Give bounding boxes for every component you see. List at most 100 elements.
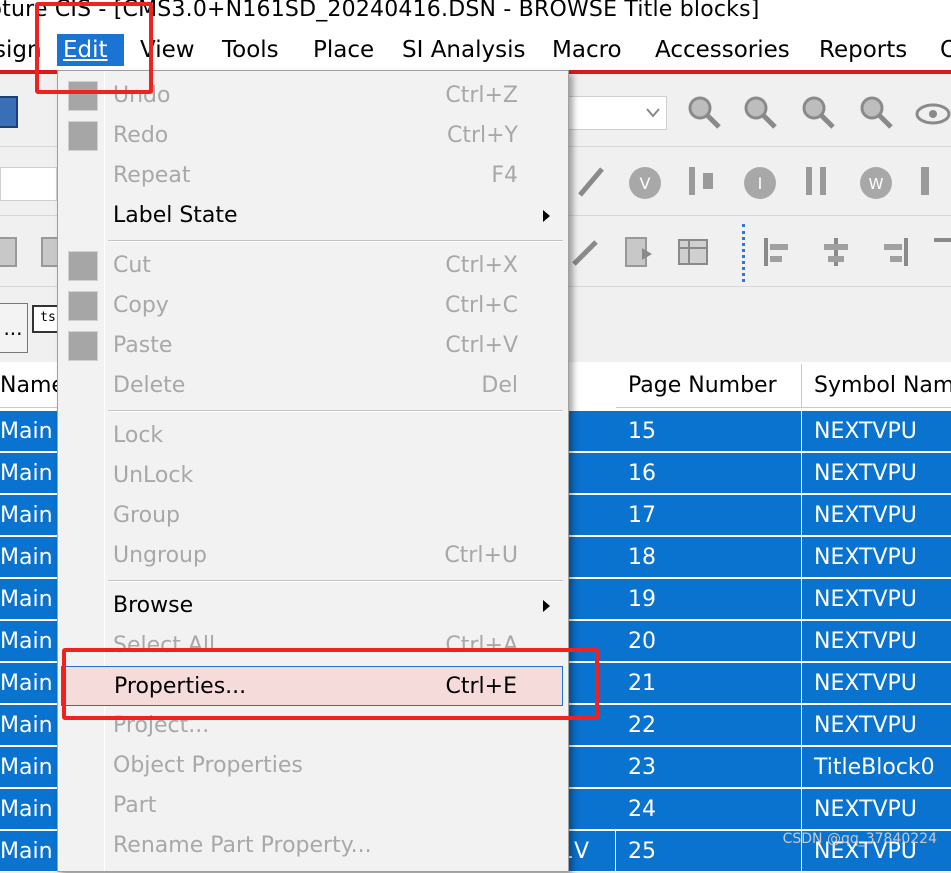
- voltage-diff-icon[interactable]: [683, 163, 719, 199]
- probe-icon[interactable]: [572, 163, 608, 199]
- current-probe-icon[interactable]: I: [742, 165, 778, 201]
- cell-symbol-name[interactable]: NEXTVPU: [802, 705, 951, 746]
- chevron-down-icon: [646, 108, 660, 118]
- cut-icon: [68, 251, 98, 281]
- document-icon[interactable]: [0, 234, 24, 270]
- menu-item-ungroup-shortcut: Ctrl+U: [444, 543, 518, 568]
- menu-tools-label: Tools: [222, 37, 279, 63]
- current-marker-icon[interactable]: [800, 163, 836, 199]
- eye-icon[interactable]: [915, 96, 951, 132]
- menu-si-analysis-label: SI Analysis: [402, 37, 526, 63]
- menu-place[interactable]: Place: [307, 34, 380, 66]
- menu-item-copy[interactable]: Copy Ctrl+C: [58, 286, 568, 326]
- menu-item-object-properties[interactable]: Object Properties: [58, 746, 568, 786]
- power-probe-icon[interactable]: W: [858, 165, 894, 201]
- menu-item-lock-label: Lock: [113, 423, 164, 448]
- tab-overflow-button[interactable]: ...: [0, 303, 28, 353]
- submenu-arrow-icon: [543, 600, 550, 612]
- zoom-select[interactable]: [565, 96, 667, 130]
- menu-item-rename-part-property[interactable]: Rename Part Property...: [58, 826, 568, 866]
- align-top-icon[interactable]: [930, 234, 951, 270]
- zoom-out-icon[interactable]: [742, 94, 778, 130]
- cell-page-number[interactable]: 20: [616, 621, 802, 662]
- menu-tools[interactable]: Tools: [216, 34, 285, 66]
- align-left-icon[interactable]: [760, 234, 796, 270]
- menu-place-label: Place: [313, 37, 375, 63]
- part-select[interactable]: [0, 167, 57, 201]
- menu-item-browse-label: Browse: [113, 593, 194, 618]
- export-icon[interactable]: [620, 234, 656, 270]
- menu-item-label-state[interactable]: Label State: [58, 196, 568, 236]
- menu-reports[interactable]: Reports: [813, 34, 913, 66]
- cell-symbol-name[interactable]: NEXTVPU: [802, 621, 951, 662]
- toolbar-grip[interactable]: [742, 224, 745, 282]
- pencil-icon[interactable]: [566, 234, 602, 270]
- cell-symbol-name[interactable]: NEXTVPU: [802, 537, 951, 578]
- voltage-probe-icon[interactable]: V: [627, 165, 663, 201]
- cell-page-number[interactable]: 18: [616, 537, 802, 578]
- menu-accessories-label: Accessories: [655, 37, 790, 63]
- table-icon[interactable]: [675, 234, 711, 270]
- cell-page-number[interactable]: 24: [616, 789, 802, 830]
- menu-item-delete[interactable]: Delete Del: [58, 366, 568, 406]
- menu-item-group[interactable]: Group: [58, 496, 568, 536]
- cell-page-number[interactable]: 23: [616, 747, 802, 788]
- submenu-arrow-icon: [543, 210, 550, 222]
- cell-symbol-name[interactable]: NEXTVPU: [802, 789, 951, 830]
- menu-item-rename-part-property-label: Rename Part Property...: [113, 833, 372, 858]
- menu-item-cut[interactable]: Cut Ctrl+X: [58, 246, 568, 286]
- cell-page-number[interactable]: 19: [616, 579, 802, 620]
- cell-symbol-name[interactable]: TitleBlock0: [802, 747, 951, 788]
- menu-item-cut-label: Cut: [113, 253, 151, 278]
- menu-item-paste[interactable]: Paste Ctrl+V: [58, 326, 568, 366]
- menu-item-redo-shortcut: Ctrl+Y: [446, 123, 518, 148]
- cell-symbol-name[interactable]: NEXTVPU: [802, 495, 951, 536]
- menu-item-repeat[interactable]: Repeat F4: [58, 156, 568, 196]
- cell-page-number[interactable]: 22: [616, 705, 802, 746]
- align-right-icon[interactable]: [876, 234, 912, 270]
- cell-symbol-name[interactable]: NEXTVPU: [802, 411, 951, 452]
- cell-page-number[interactable]: 15: [616, 411, 802, 452]
- menu-options[interactable]: O: [934, 34, 951, 66]
- menu-macro[interactable]: Macro: [546, 34, 628, 66]
- menu-item-copy-shortcut: Ctrl+C: [445, 293, 518, 318]
- redo-icon: [68, 121, 98, 151]
- cell-page-number[interactable]: 21: [616, 663, 802, 704]
- menu-item-browse[interactable]: Browse: [58, 586, 568, 626]
- menu-item-copy-label: Copy: [113, 293, 169, 318]
- svg-text:I: I: [758, 174, 763, 193]
- menu-item-part-label: Part: [113, 793, 157, 818]
- menu-item-label-state-label: Label State: [113, 203, 238, 228]
- menu-item-undo-shortcut: Ctrl+Z: [445, 83, 518, 108]
- menu-item-ungroup[interactable]: Ungroup Ctrl+U: [58, 536, 568, 576]
- menu-item-lock[interactable]: Lock: [58, 416, 568, 456]
- zoom-area-icon[interactable]: [800, 94, 836, 130]
- menu-item-redo[interactable]: Redo Ctrl+Y: [58, 116, 568, 156]
- menu-item-cut-shortcut: Ctrl+X: [445, 253, 518, 278]
- menu-item-unlock[interactable]: UnLock: [58, 456, 568, 496]
- annotation-box-edit-menu: [35, 2, 153, 94]
- power-marker-icon[interactable]: [915, 163, 951, 199]
- column-header-page-number[interactable]: Page Number: [616, 364, 802, 408]
- cell-symbol-name[interactable]: NEXTVPU: [802, 453, 951, 494]
- menu-accessories[interactable]: Accessories: [649, 34, 796, 66]
- cell-page-number[interactable]: 16: [616, 453, 802, 494]
- zoom-all-icon[interactable]: [858, 94, 894, 130]
- cell-symbol-name[interactable]: NEXTVPU: [802, 663, 951, 704]
- save-icon[interactable]: [0, 96, 18, 128]
- cell-symbol-name[interactable]: NEXTVPU: [802, 579, 951, 620]
- menu-reports-label: Reports: [819, 37, 908, 63]
- zoom-in-icon[interactable]: [686, 94, 722, 130]
- menu-separator: [108, 240, 563, 242]
- edit-menu-dropdown: Undo Ctrl+Z Redo Ctrl+Y Repeat F4 Label …: [57, 70, 569, 872]
- column-header-symbol-name[interactable]: Symbol Name: [802, 364, 951, 408]
- menu-si-analysis[interactable]: SI Analysis: [396, 34, 531, 66]
- cell-page-number[interactable]: 25: [616, 831, 802, 872]
- cell-page-number[interactable]: 17: [616, 495, 802, 536]
- menu-item-ungroup-label: Ungroup: [113, 543, 207, 568]
- menu-separator: [108, 410, 563, 412]
- menu-item-part[interactable]: Part: [58, 786, 568, 826]
- align-center-icon[interactable]: [818, 234, 854, 270]
- menu-item-paste-shortcut: Ctrl+V: [445, 333, 518, 358]
- annotation-box-properties: [62, 648, 599, 720]
